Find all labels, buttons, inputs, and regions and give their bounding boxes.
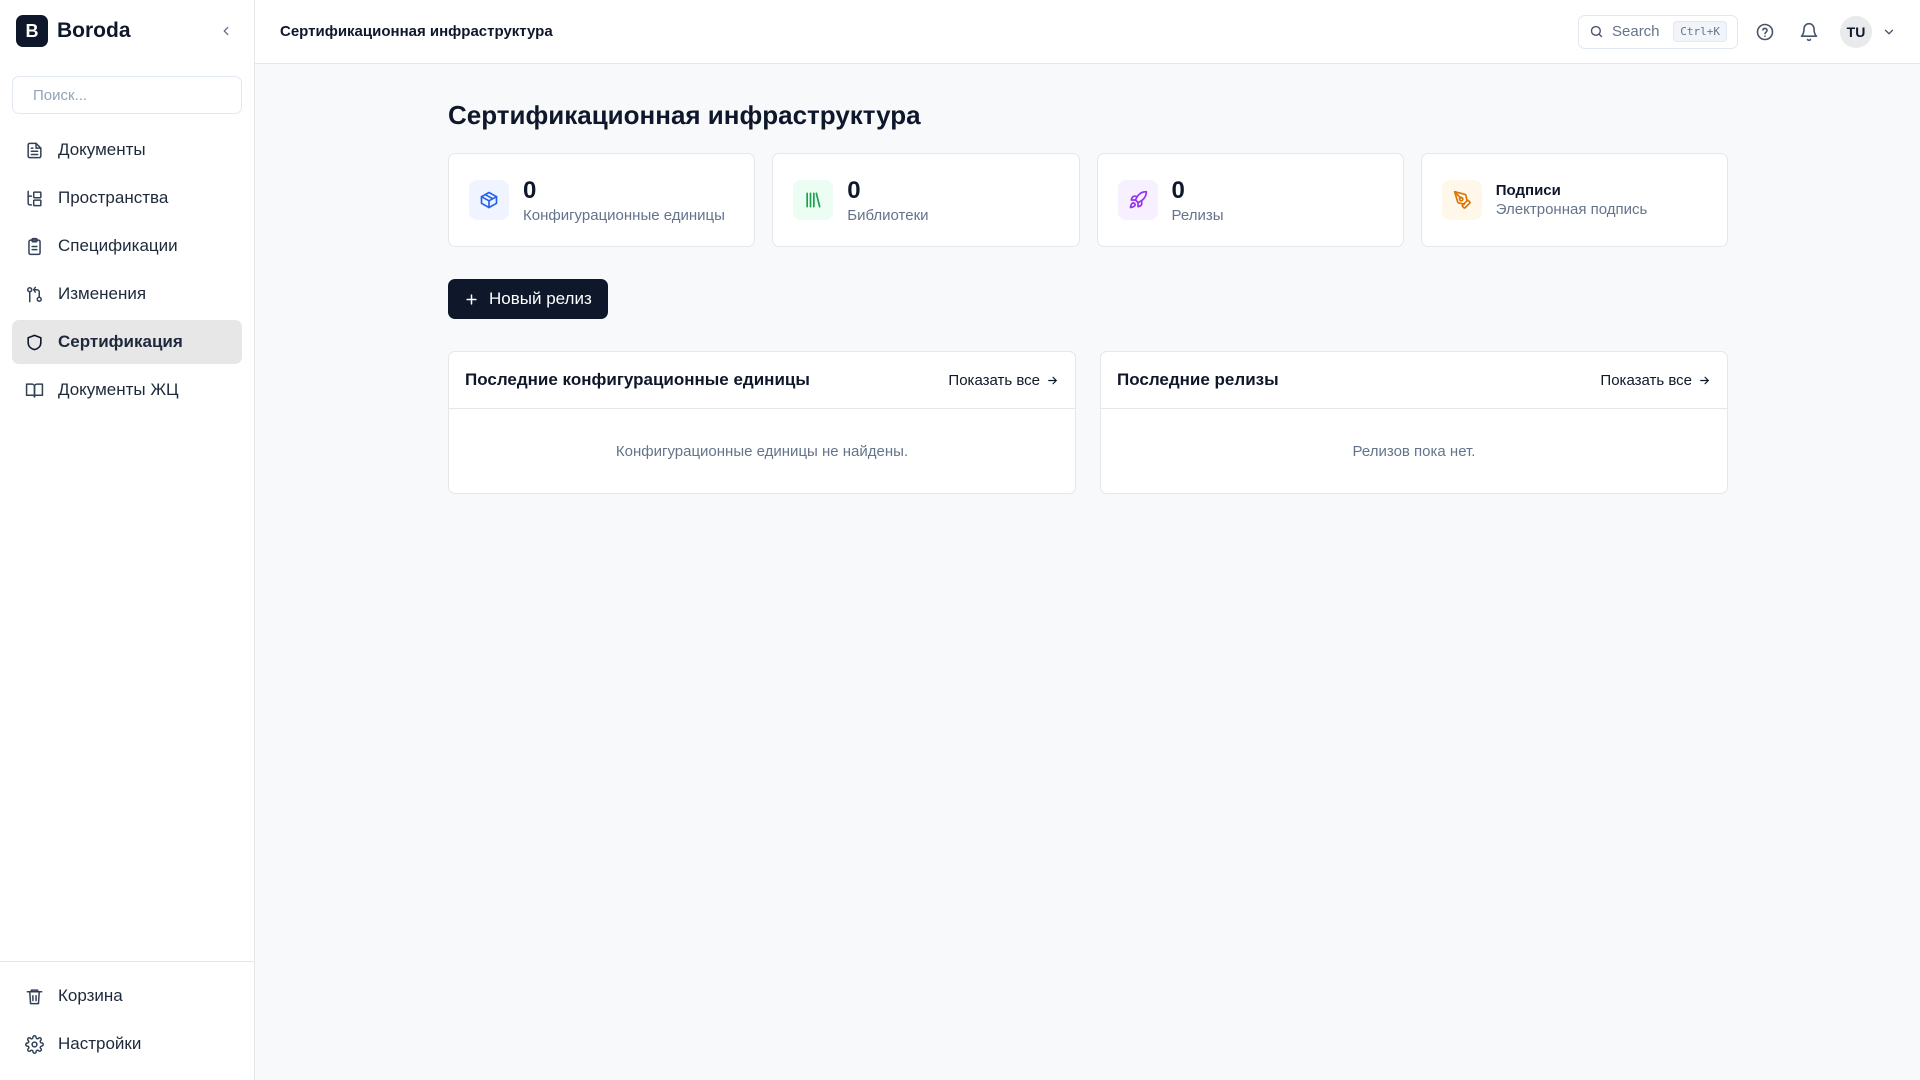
page-title: Сертификационная инфраструктура bbox=[448, 100, 921, 130]
sidebar-item-trash[interactable]: Корзина bbox=[12, 974, 242, 1018]
sidebar-item-label: Пространства bbox=[58, 188, 169, 207]
box-icon bbox=[480, 191, 498, 209]
stat-value: 0 bbox=[847, 176, 861, 204]
sidebar-item-label: Сертификация bbox=[58, 332, 183, 351]
stat-value: 0 bbox=[1171, 176, 1185, 204]
stat-text: 0 Библиотеки bbox=[847, 177, 928, 224]
notifications-button[interactable] bbox=[1792, 15, 1826, 49]
sidebar-item-certification[interactable]: Сертификация bbox=[12, 320, 242, 364]
tree-icon bbox=[27, 190, 42, 206]
sidebar-item-label: Документы ЖЦ bbox=[58, 380, 179, 399]
library-icon bbox=[806, 192, 821, 208]
stat-text: Подписи Электронная подпись bbox=[1496, 182, 1648, 218]
plus-icon bbox=[466, 293, 477, 305]
gear-icon bbox=[25, 1034, 44, 1054]
stat-label: Библиотеки bbox=[847, 206, 929, 224]
show-all-link[interactable]: Показать все bbox=[1600, 372, 1711, 389]
panels-row: Последние конфигурационные единицы Показ… bbox=[448, 351, 1728, 494]
stat-card-libraries[interactable]: 0 Библиотеки bbox=[772, 153, 1080, 247]
sidebar-search-input[interactable] bbox=[33, 86, 232, 104]
stat-label: Конфигурационные единицы bbox=[523, 206, 725, 224]
empty-state: Релизов пока нет. bbox=[1352, 442, 1476, 460]
pen-tool-icon bbox=[1453, 190, 1471, 209]
stat-value: 0 bbox=[523, 176, 537, 204]
sidebar-item-label: Изменения bbox=[58, 284, 147, 303]
sidebar-item-label: Спецификации bbox=[58, 236, 178, 255]
stat-icon-wrap bbox=[1117, 180, 1158, 220]
chevron-down-icon bbox=[1884, 29, 1894, 34]
arrow-right-icon bbox=[1048, 376, 1057, 384]
stat-card-releases[interactable]: 0 Релизы bbox=[1096, 153, 1404, 247]
stat-label: Релизы bbox=[1171, 206, 1224, 224]
sidebar-item-documents[interactable]: Документы bbox=[12, 128, 242, 172]
stat-text: 0 Релизы bbox=[1172, 177, 1224, 224]
breadcrumb: Сертификационная инфраструктура bbox=[280, 23, 553, 40]
stat-icon-wrap bbox=[1441, 180, 1482, 220]
new-release-label: Новый релиз bbox=[489, 289, 592, 308]
clipboard-icon bbox=[28, 237, 41, 255]
arrow-right-icon bbox=[1700, 376, 1709, 384]
stat-icon-wrap bbox=[469, 180, 509, 220]
topbar: Сертификационная инфраструктура Search C… bbox=[255, 0, 1920, 64]
sidebar-item-lifecycle-docs[interactable]: Документы ЖЦ bbox=[12, 368, 242, 412]
rocket-icon bbox=[1129, 190, 1147, 209]
sidebar-nav: Документы Пространства Спецификации Изме… bbox=[0, 128, 254, 412]
panel-title: Последние релизы bbox=[1117, 370, 1279, 389]
page-content: Сертификационная инфраструктура 0 Конфиг… bbox=[255, 64, 1728, 494]
stat-label: Электронная подпись bbox=[1495, 201, 1648, 218]
search-shortcut: Ctrl+K bbox=[1673, 21, 1727, 42]
help-circle-icon bbox=[1756, 23, 1774, 40]
avatar: TU bbox=[1840, 15, 1872, 48]
show-all-label: Показать все bbox=[948, 371, 1040, 389]
stat-icon-wrap bbox=[793, 180, 834, 220]
global-search-button[interactable]: Search Ctrl+K bbox=[1578, 14, 1738, 49]
collapse-sidebar-button[interactable] bbox=[214, 19, 238, 43]
empty-state: Конфигурационные единицы не найдены. bbox=[615, 442, 909, 460]
sidebar-item-spaces[interactable]: Пространства bbox=[12, 176, 242, 220]
stat-card-config-items[interactable]: 0 Конфигурационные единицы bbox=[448, 153, 756, 247]
help-button[interactable] bbox=[1748, 15, 1782, 49]
recent-config-items-panel: Последние конфигурационные единицы Показ… bbox=[448, 351, 1076, 494]
sidebar-item-settings[interactable]: Настройки bbox=[12, 1022, 242, 1066]
recent-releases-panel: Последние релизы Показать все Релизов по… bbox=[1100, 351, 1728, 494]
sidebar-search[interactable] bbox=[12, 76, 242, 114]
brand-name[interactable]: Boroda bbox=[57, 19, 205, 43]
show-all-link[interactable]: Показать все bbox=[948, 372, 1059, 389]
shield-icon bbox=[27, 334, 42, 350]
brand-logo[interactable]: B bbox=[16, 15, 48, 47]
panel-header: Последние релизы Показать все bbox=[1101, 352, 1727, 409]
book-icon bbox=[25, 382, 44, 398]
bell-icon bbox=[1800, 22, 1818, 41]
main-area: Сертификационная инфраструктура Search C… bbox=[255, 0, 1920, 1080]
stat-title: Подписи bbox=[1495, 182, 1561, 199]
panel-title: Последние конфигурационные единицы bbox=[465, 370, 810, 389]
stat-text: 0 Конфигурационные единицы bbox=[523, 177, 725, 224]
sidebar-bottom: Корзина Настройки bbox=[0, 961, 254, 1080]
user-menu[interactable]: TU bbox=[1840, 15, 1896, 48]
trash-icon bbox=[26, 988, 43, 1004]
show-all-label: Показать все bbox=[1600, 371, 1692, 389]
panel-header: Последние конфигурационные единицы Показ… bbox=[449, 352, 1075, 409]
chevron-left-icon bbox=[223, 26, 229, 36]
sidebar: B Boroda Документы Пространства Специфик… bbox=[0, 0, 255, 1080]
sidebar-item-specifications[interactable]: Спецификации bbox=[12, 224, 242, 268]
search-icon bbox=[1590, 25, 1603, 38]
sidebar-item-changes[interactable]: Изменения bbox=[12, 272, 242, 316]
file-text-icon bbox=[27, 142, 42, 158]
new-release-button[interactable]: Новый релиз bbox=[448, 279, 608, 319]
stat-card-signatures[interactable]: Подписи Электронная подпись bbox=[1420, 153, 1728, 247]
search-label: Search bbox=[1612, 23, 1660, 40]
sidebar-item-label: Настройки bbox=[58, 1034, 142, 1053]
sidebar-item-label: Документы bbox=[58, 140, 146, 159]
stats-row: 0 Конфигурационные единицы 0 Библиотеки bbox=[448, 153, 1728, 247]
git-pull-request-icon bbox=[27, 286, 42, 302]
brand: B Boroda bbox=[0, 0, 254, 63]
sidebar-item-label: Корзина bbox=[58, 986, 123, 1005]
